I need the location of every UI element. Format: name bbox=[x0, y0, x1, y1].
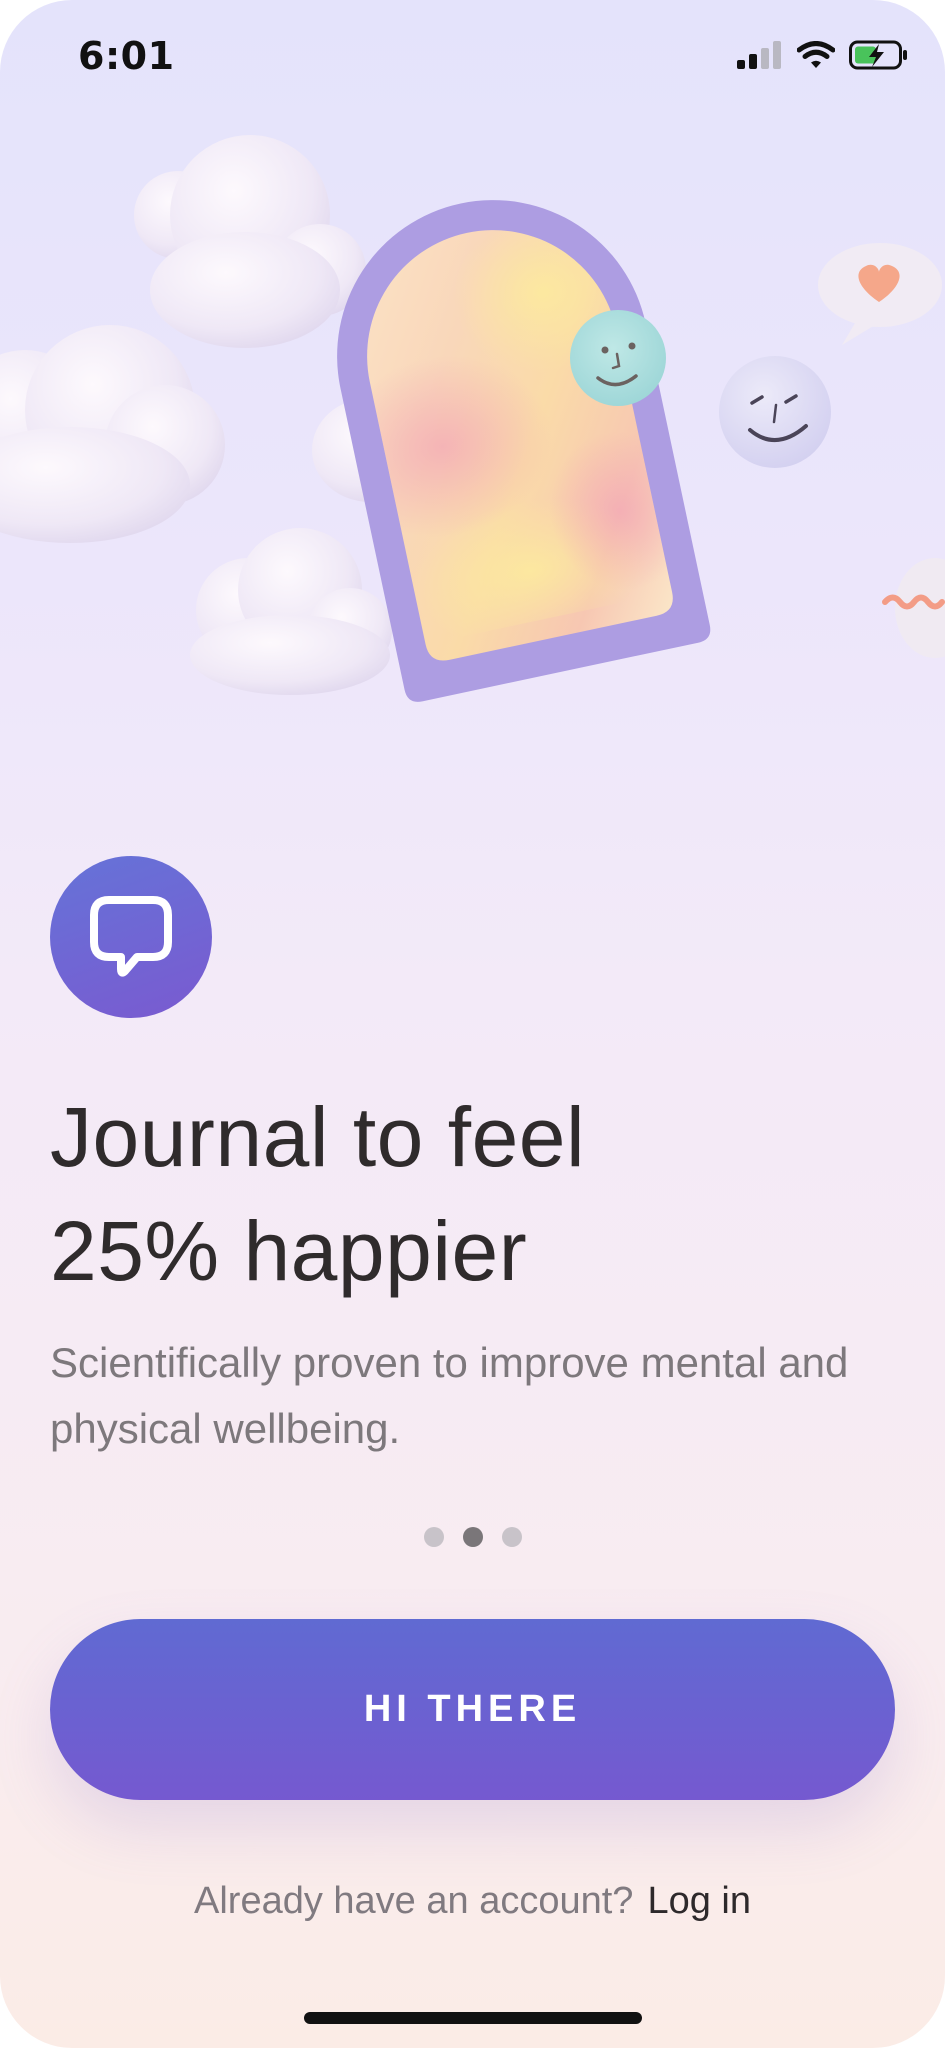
page-dot-2-active[interactable] bbox=[462, 1527, 483, 1547]
onboarding-screen: 6:01 Journal to feel 25% happier Scienti… bbox=[0, 0, 945, 2048]
smiley-face-icon bbox=[570, 310, 666, 406]
cloud-icon bbox=[134, 135, 366, 348]
hi-there-button[interactable]: HI THERE bbox=[50, 1619, 895, 1800]
battery-charging-icon bbox=[849, 40, 909, 70]
onboarding-headline: Journal to feel 25% happier bbox=[50, 1080, 910, 1308]
chat-bubble-icon bbox=[90, 896, 172, 977]
login-prompt-text: Already have an account? bbox=[194, 1880, 634, 1922]
page-dot-1[interactable] bbox=[423, 1527, 444, 1547]
cellular-signal-icon bbox=[737, 41, 783, 69]
cloud-icon bbox=[190, 528, 392, 695]
hero-illustration bbox=[0, 100, 945, 860]
status-icons bbox=[737, 40, 909, 70]
login-link[interactable]: Log in bbox=[647, 1880, 751, 1922]
status-time: 6:01 bbox=[78, 34, 175, 78]
page-indicator bbox=[0, 1527, 945, 1547]
page-dot-3[interactable] bbox=[501, 1527, 522, 1547]
onboarding-subtitle: Scientifically proven to improve mental … bbox=[50, 1339, 849, 1452]
headline-line-1: Journal to feel bbox=[50, 1090, 586, 1184]
app-logo bbox=[50, 856, 212, 1018]
headline-line-2: 25% happier bbox=[50, 1204, 528, 1298]
home-indicator[interactable] bbox=[304, 2012, 642, 2024]
smiley-face-icon bbox=[719, 356, 831, 468]
wifi-icon bbox=[797, 41, 835, 69]
login-prompt-row: Already have an account? Log in bbox=[0, 1880, 945, 1923]
squiggle-bubble-icon bbox=[882, 558, 945, 658]
heart-bubble-icon bbox=[818, 243, 942, 345]
cloud-icon bbox=[0, 325, 225, 543]
